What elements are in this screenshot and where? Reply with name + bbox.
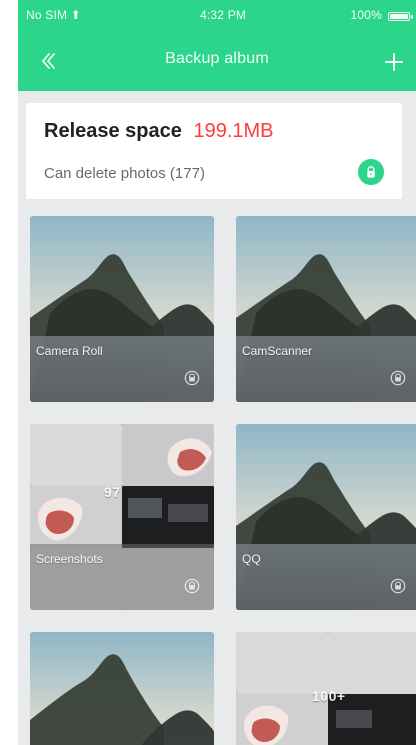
carrier-status: No SIM ⬆ <box>26 8 81 22</box>
release-space-card[interactable]: Release space 199.1MB Can delete photos … <box>26 103 402 199</box>
lock-icon <box>390 578 406 594</box>
deletable-photos-text: Can delete photos (177) <box>44 165 205 182</box>
dark-thumbnail <box>122 486 214 548</box>
release-space-amount: 199.1MB <box>193 120 274 142</box>
photo-tile <box>122 424 214 486</box>
album-card[interactable] <box>30 632 214 745</box>
album-thumbnail <box>30 632 214 745</box>
release-space-title: Release space 199.1MB <box>44 119 386 143</box>
top-bar: No SIM ⬆ 4:32 PM 100% Backup album <box>18 0 416 91</box>
battery-icon <box>388 12 413 21</box>
cup-thumbnail <box>122 424 214 486</box>
app-screen: No SIM ⬆ 4:32 PM 100% Backup album Relea… <box>18 0 416 745</box>
album-grid: Camera Roll CamScanner 97 Screenshots QQ… <box>30 216 416 745</box>
status-time: 4:32 PM <box>200 8 247 22</box>
release-space-label: Release space <box>44 120 182 142</box>
album-name: CamScanner <box>242 344 313 358</box>
album-overlay <box>236 544 416 610</box>
lock-icon <box>390 370 406 386</box>
album-card[interactable]: QQ <box>236 424 416 610</box>
album-name: Screenshots <box>36 552 103 566</box>
album-card[interactable]: 97 Screenshots <box>30 424 214 610</box>
lock-icon <box>367 166 375 178</box>
battery-percent: 100% <box>350 8 382 22</box>
nav-bar: Backup album <box>18 32 416 91</box>
photo-count-badge: 100+ <box>312 688 346 704</box>
album-card[interactable]: Camera Roll <box>30 216 214 402</box>
status-bar: No SIM ⬆ 4:32 PM 100% <box>18 0 416 32</box>
battery-fill <box>390 14 409 19</box>
album-card[interactable]: 100+ <box>236 632 416 745</box>
album-card[interactable]: CamScanner <box>236 216 416 402</box>
release-action-button[interactable] <box>358 159 384 185</box>
photo-tile <box>236 632 328 694</box>
album-name: Camera Roll <box>36 344 103 358</box>
photo-tile <box>122 486 214 548</box>
page-title: Backup album <box>165 50 269 67</box>
lock-icon <box>184 578 200 594</box>
lock-icon <box>184 370 200 386</box>
plus-icon <box>385 53 403 71</box>
photo-tile <box>30 424 122 486</box>
album-name: QQ <box>242 552 261 566</box>
photo-count-badge: 97 <box>104 484 121 500</box>
add-button[interactable] <box>374 44 414 80</box>
photo-tile <box>328 632 416 694</box>
